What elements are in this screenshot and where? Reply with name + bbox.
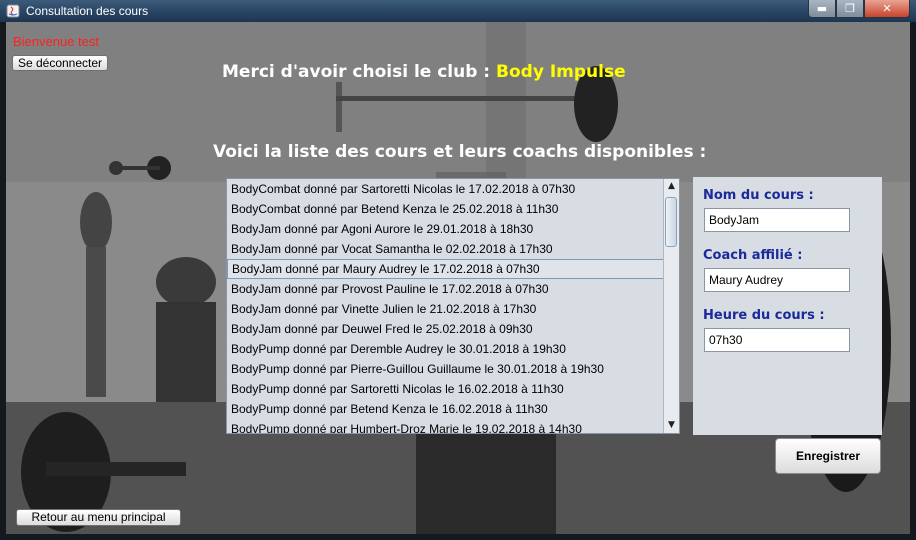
course-list-item[interactable]: BodyPump donné par Betend Kenza le 16.02… [227,399,664,419]
welcome-message: Bienvenue test [13,34,100,49]
course-list-item[interactable]: BodyJam donné par Maury Audrey le 17.02.… [227,259,664,279]
club-name: Body Impulse [496,62,626,82]
window-controls: ▬ ❐ ✕ [808,0,910,18]
course-list-heading: Voici la liste des cours et leurs coachs… [213,142,707,162]
course-list-item[interactable]: BodyPump donné par Pierre-Guillou Guilla… [227,359,664,379]
scroll-thumb[interactable] [665,197,677,247]
course-list-item[interactable]: BodyCombat donné par Sartoretti Nicolas … [227,179,664,199]
club-prefix: Merci d'avoir choisi le club : [222,62,491,82]
course-name-field[interactable]: BodyJam [704,208,850,232]
course-details-panel: Nom du cours : BodyJam Coach affilié : M… [693,177,882,435]
scroll-down-arrow-icon[interactable]: ▼ [664,418,679,433]
course-time-label: Heure du cours : [703,308,825,323]
java-app-icon [6,4,20,18]
content-area: Bienvenue test Se déconnecter Merci d'av… [6,22,910,534]
maximize-button[interactable]: ❐ [836,0,864,18]
course-list-item[interactable]: BodyJam donné par Vinette Julien le 21.0… [227,299,664,319]
course-list-item[interactable]: BodyPump donné par Deremble Audrey le 30… [227,339,664,359]
course-list[interactable]: BodyCombat donné par Sartoretti Nicolas … [226,178,680,434]
course-list-items: BodyCombat donné par Sartoretti Nicolas … [227,179,664,433]
coach-field[interactable]: Maury Audrey [704,268,850,292]
course-list-item[interactable]: BodyJam donné par Agoni Aurore le 29.01.… [227,219,664,239]
course-list-item[interactable]: BodyCombat donné par Betend Kenza le 25.… [227,199,664,219]
club-heading: Merci d'avoir choisi le club : Body Impu… [222,62,626,82]
app-window: Consultation des cours ▬ ❐ ✕ Bienvenue t… [0,0,916,540]
minimize-button[interactable]: ▬ [808,0,836,18]
course-list-item[interactable]: BodyJam donné par Provost Pauline le 17.… [227,279,664,299]
course-time-field[interactable]: 07h30 [704,328,850,352]
course-name-label: Nom du cours : [703,188,814,203]
title-bar[interactable]: Consultation des cours ▬ ❐ ✕ [0,0,916,22]
back-to-main-menu-button[interactable]: Retour au menu principal [16,509,181,526]
course-list-item[interactable]: BodyPump donné par Sartoretti Nicolas le… [227,379,664,399]
course-list-item[interactable]: BodyJam donné par Deuwel Fred le 25.02.2… [227,319,664,339]
course-list-item[interactable]: BodyJam donné par Vocat Samantha le 02.0… [227,239,664,259]
window-title: Consultation des cours [26,4,149,18]
save-button[interactable]: Enregistrer [775,438,881,474]
course-list-item[interactable]: BodyPump donné par Humbert-Droz Marie le… [227,419,664,433]
scroll-up-arrow-icon[interactable]: ▲ [664,179,679,194]
coach-label: Coach affilié : [703,248,803,263]
close-button[interactable]: ✕ [864,0,910,18]
course-list-scrollbar[interactable]: ▲ ▼ [663,179,679,433]
logout-button[interactable]: Se déconnecter [12,55,108,71]
